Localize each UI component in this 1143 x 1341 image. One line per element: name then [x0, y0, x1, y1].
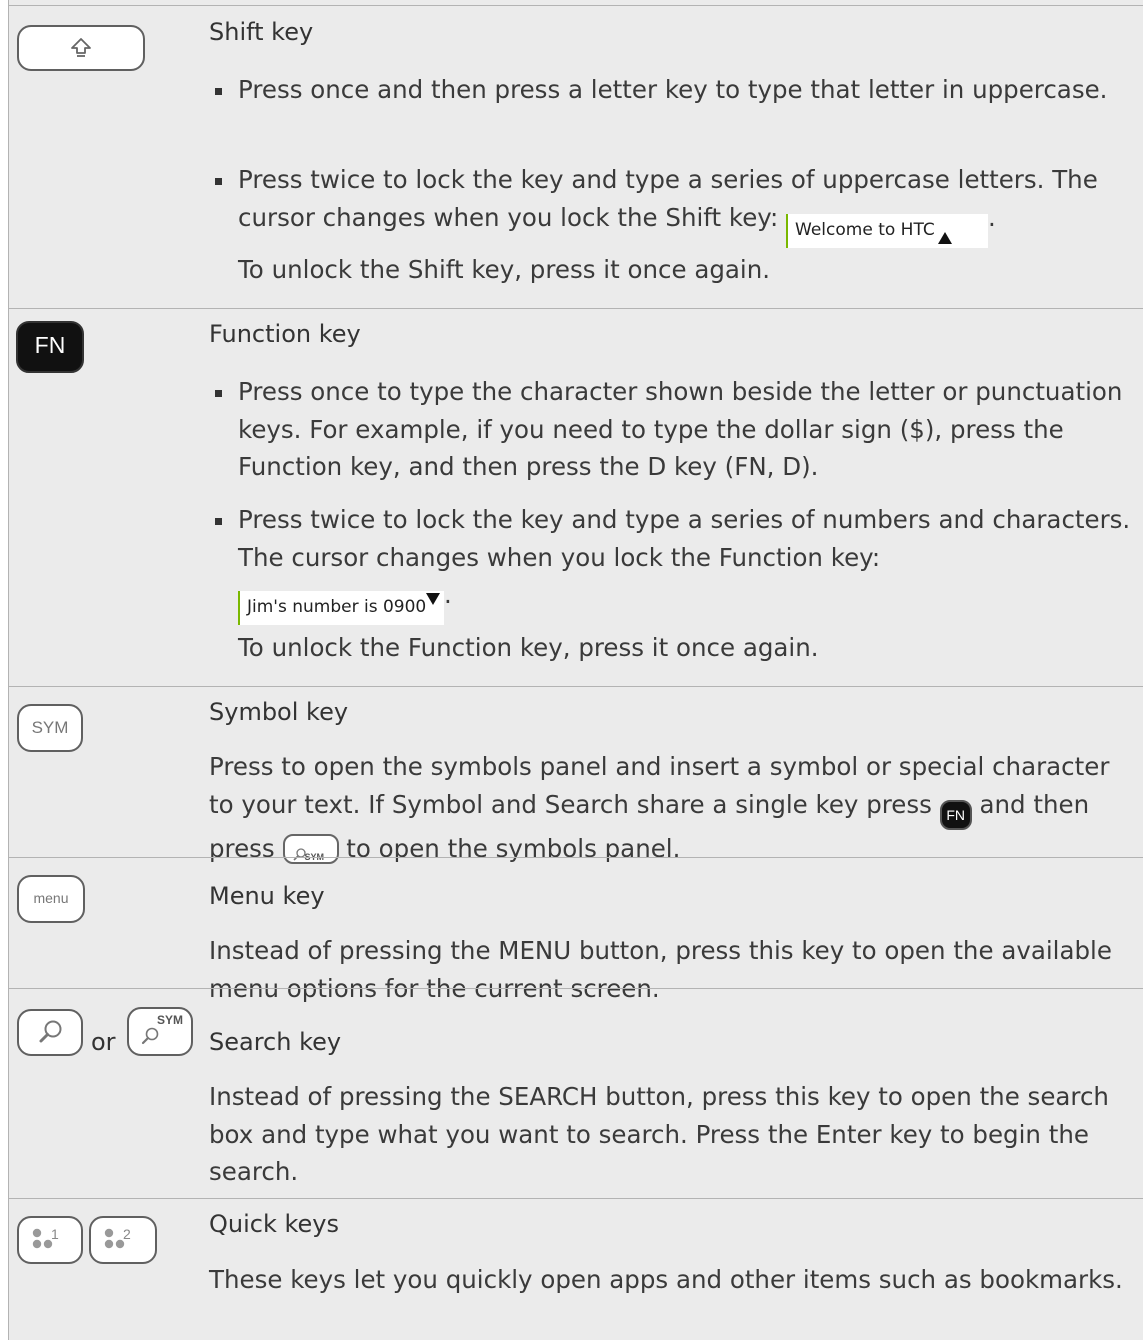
search-key-desc: Instead of pressing the SEARCH button, p…	[209, 1082, 1109, 1186]
shift-key-icon	[17, 25, 145, 71]
fn-key-label: FN	[34, 332, 66, 358]
quick-keys-row: 1 2 Quick keys These keys let you quickl…	[9, 1198, 1143, 1341]
quick-key-dots-icon	[104, 1228, 125, 1249]
search-icon	[39, 1020, 62, 1043]
shift-bullet-2: Press twice to lock the key and type a s…	[238, 161, 1138, 248]
function-key-row: FN Function key Press once to type the c…	[9, 308, 1143, 687]
function-bullet-2-text: Press twice to lock the key and type a s…	[238, 505, 1131, 572]
inline-fn-label: FN	[946, 806, 966, 823]
fn-field-text: Jim's number is 0900	[247, 597, 427, 617]
inline-fn-key-icon: FN	[939, 800, 972, 831]
search-key-icon	[17, 1009, 83, 1056]
search-icon	[141, 1027, 159, 1045]
symbol-key-row: SYM Symbol key Press to open the symbols…	[9, 686, 1143, 865]
shift-key-row: Shift key Press once and then press a le…	[9, 5, 1143, 309]
shift-key-title: Shift key	[209, 18, 314, 46]
or-label: or	[91, 1028, 116, 1056]
bullet	[215, 88, 222, 95]
caps-lock-cursor-field: Welcome to HTC	[786, 213, 989, 248]
symbol-desc-part-a: Press to open the symbols panel and inse…	[209, 752, 1110, 819]
quick-key-2-number: 2	[123, 1226, 131, 1242]
sym-key-label: SYM	[31, 718, 69, 737]
sym-search-key-icon: SYM	[127, 1007, 193, 1056]
fn-key-icon: FN	[16, 321, 84, 373]
menu-key-icon: menu	[17, 875, 85, 923]
sym-label: SYM	[157, 1013, 184, 1027]
symbol-key-title: Symbol key	[209, 698, 349, 726]
keyboard-keys-table: Shift key Press once and then press a le…	[8, 0, 1143, 1340]
quick-key-2-icon: 2	[89, 1216, 157, 1264]
quick-keys-title: Quick keys	[209, 1210, 340, 1238]
shift-unlock-text: To unlock the Shift key, press it once a…	[238, 255, 771, 284]
menu-key-row: menu Menu key Instead of pressing the ME…	[9, 857, 1143, 1003]
bullet	[215, 178, 222, 185]
menu-key-label: menu	[33, 890, 69, 906]
function-bullet-1: Press once to type the character shown b…	[238, 377, 1123, 481]
fn-cursor-icon	[426, 593, 440, 605]
shift-bullet-1: Press once and then press a letter key t…	[238, 75, 1108, 104]
sym-key-icon: SYM	[17, 704, 83, 752]
bullet	[215, 390, 222, 397]
menu-key-title: Menu key	[209, 882, 325, 910]
search-key-row: or SYM Search key Instead of pressing th…	[9, 988, 1143, 1199]
fn-lock-cursor-field: Jim's number is 0900	[238, 591, 444, 625]
quick-key-1-number: 1	[51, 1226, 59, 1242]
function-key-title: Function key	[209, 320, 361, 348]
search-key-title: Search key	[209, 1028, 342, 1056]
function-bullet-2: Press twice to lock the key and type a s…	[238, 501, 1138, 625]
function-unlock-text: To unlock the Function key, press it onc…	[238, 633, 819, 662]
caps-field-text: Welcome to HTC	[795, 219, 935, 240]
quick-key-1-icon: 1	[17, 1216, 83, 1264]
shift-arrow-icon	[71, 38, 91, 57]
symbol-key-desc: Press to open the symbols panel and inse…	[209, 748, 1129, 868]
caps-cursor-icon	[938, 231, 953, 244]
bullet	[215, 518, 222, 525]
quick-key-dots-icon	[32, 1228, 53, 1249]
quick-keys-desc: These keys let you quickly open apps and…	[209, 1265, 1123, 1294]
